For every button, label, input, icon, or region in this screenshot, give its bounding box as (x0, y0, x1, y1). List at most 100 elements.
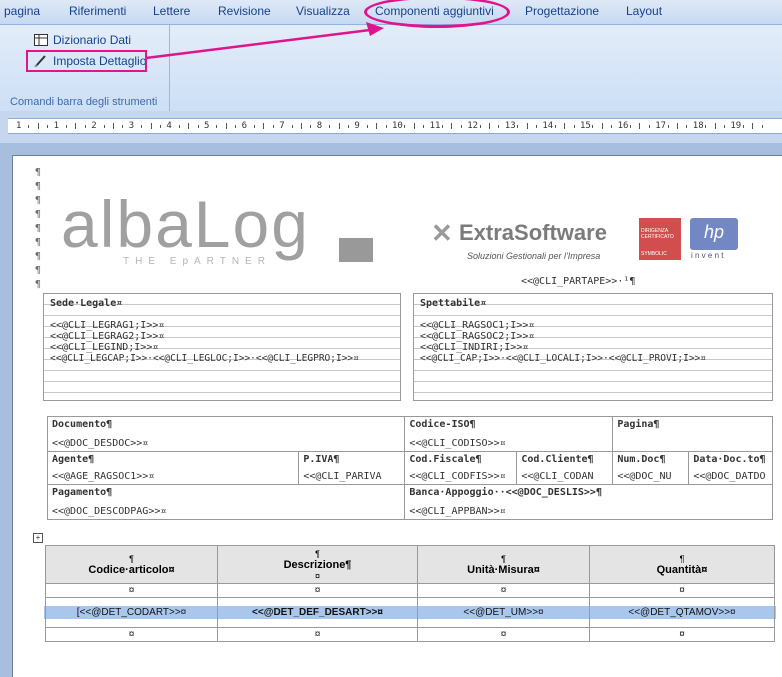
ruler-number: 1 (16, 121, 22, 131)
ruler-tick (630, 125, 631, 128)
ruler-tick (413, 123, 415, 129)
ruler-tick (348, 125, 349, 128)
ruler-number: 3 (128, 121, 135, 131)
ruler-tick (479, 125, 481, 128)
highlight-arrow (145, 22, 384, 60)
detail-um-value: <<@DET_UM>>¤ (416, 606, 591, 619)
detail-codart-value: [<<@DET_CODART>>¤ (44, 606, 219, 619)
detail-table[interactable]: ¶ Codice·articolo¤ ¶ Descrizione¶ ¤ ¶ Un… (44, 545, 776, 642)
dizionario-dati-button[interactable]: Dizionario Dati (34, 31, 131, 49)
sede-line-3: <<@CLI_LEGIND;I>>¤ (50, 342, 159, 353)
codcli-cell: Cod.Cliente¶ <<@CLI_CODAN (516, 451, 614, 485)
extrasoftware-logo: ✕ ExtraSoftware (431, 218, 631, 248)
ruler-tick (28, 125, 30, 128)
document-page[interactable]: albaLog THE EpARTNER ✕ ExtraSoftware Sol… (12, 155, 782, 677)
ruler-tick (235, 125, 237, 128)
detail-header-codice: ¶ Codice·articolo¤ (45, 545, 218, 584)
highlight-box-imposta (26, 50, 147, 72)
ruler-tick (37, 123, 39, 129)
sede-line-2: <<@CLI_LEGRAG2;I>>¤ (50, 331, 165, 342)
ruler-tick (122, 125, 124, 128)
agente-cell: Agente¶ <<@AGE_RAGSOC1>>¤ (46, 451, 300, 485)
codiso-cell: Codice-ISO¶ <<@CLI_CODISO>>¤ (404, 416, 614, 452)
ruler-tick (451, 123, 453, 129)
ruler-tick (423, 125, 425, 128)
ruler-tick (272, 125, 274, 128)
spettabile-line-1: <<@CLI_RAGSOC1;I>>¤ (420, 320, 535, 331)
ruler-tick (592, 125, 594, 128)
ruler-tick (338, 123, 340, 129)
ruler-number: 9 (354, 121, 360, 131)
ruler-number: 19 (730, 121, 742, 131)
ruler-number: 17 (655, 121, 667, 131)
ruler-number: 10 (392, 121, 403, 131)
pagamento-cell: Pagamento¶ <<@DOC_DESCODPAG>>¤ (46, 484, 406, 520)
numdoc-label: Num.Doc¶ (617, 454, 666, 465)
detail-cell-qtamov[interactable]: <<@DET_QTAMOV>>¤ (588, 597, 776, 628)
spettabile-line-2: <<@CLI_RAGSOC2;I>>¤ (420, 331, 535, 342)
banca-cell: Banca·Appoggio··<<@DOC_DESLIS>>¶ <<@CLI_… (404, 484, 773, 520)
piva-label: P.IVA¶ (303, 454, 340, 465)
piva-cell: P.IVA¶ <<@CLI_PARIVA (298, 451, 406, 485)
agente-value: <<@AGE_RAGSOC1>>¤ (52, 471, 155, 482)
ruler-number: 16 (617, 121, 629, 131)
cert-text: DIRIGENZA CERTIFICATO (641, 228, 674, 240)
spettabile-line-3: <<@CLI_INDIRI;I>>¤ (420, 342, 529, 353)
codiso-label: Codice-ISO¶ (409, 419, 476, 430)
ruler-tick (714, 123, 716, 129)
ruler-tick (564, 123, 566, 129)
documento-label: Documento¶ (52, 419, 113, 430)
cell-marker: ¤ (314, 570, 320, 581)
ruler-tick (385, 125, 387, 128)
table-move-handle[interactable]: + (33, 533, 43, 543)
ruler-tick (150, 123, 152, 129)
detail-empty-cell: ¤ (217, 627, 418, 642)
ruler-tick (366, 125, 368, 128)
pilcrow-mark: ¶ (315, 548, 320, 559)
horizontal-ruler[interactable]: 1 1 2 3 4 5 6 7 8 9 10 11 12 13 14 15 16 17 18 19 (8, 118, 782, 134)
document-info-table: Documento¶ <<@DOC_DESDOC>>¤ Codice-ISO¶ … (46, 416, 773, 520)
albalog-logo-text: albaLog (61, 187, 310, 261)
codfis-value: <<@CLI_CODFIS>>¤ (409, 471, 506, 482)
detail-empty-cell: ¤ (417, 627, 590, 642)
ruler-tick (611, 125, 613, 128)
banca-value: <<@CLI_APPBAN>>¤ (409, 506, 506, 517)
tab-pagina[interactable]: pagina (4, 4, 40, 18)
detail-cell-codart[interactable]: [<<@DET_CODART>>¤ (44, 597, 219, 628)
ruler-tick (442, 125, 443, 128)
detail-header-descrizione-label: Descrizione¶ (283, 558, 352, 571)
ruler-tick (66, 125, 67, 128)
pagina-label: Pagina¶ (617, 419, 660, 430)
ruler-number: 8 (316, 121, 323, 131)
detail-header-um: ¶ Unità·Misura¤ (417, 545, 590, 584)
detail-empty-cell: ¤ (589, 583, 775, 598)
hp-logo: hp (690, 218, 738, 250)
ruler-tick (178, 125, 180, 128)
codcli-value: <<@CLI_CODAN (521, 471, 594, 482)
agente-label: Agente¶ (52, 454, 95, 465)
ruler-tick (75, 123, 77, 129)
ruler-tick (376, 123, 378, 129)
tab-progettazione[interactable]: Progettazione (525, 4, 599, 18)
ruler-tick (329, 125, 331, 128)
extrasoftware-x-icon: ✕ (431, 218, 453, 248)
ruler-tick (705, 125, 707, 128)
ruler-tick (526, 123, 528, 129)
documento-cell: Documento¶ <<@DOC_DESDOC>>¤ (46, 416, 406, 452)
ruler-tick (47, 125, 49, 128)
ruler-tick (742, 125, 744, 128)
ruler-tick (291, 125, 293, 128)
ruler-number: 4 (166, 121, 172, 131)
ruler-tick (573, 125, 575, 128)
cert-symbol: SYMBOLIC (641, 251, 667, 257)
sede-legale-frame: Sede·Legale¤ <<@CLI_LEGRAG1;I>>¤ <<@CLI_… (43, 293, 401, 401)
datadoc-value: <<@DOC_DATDO (693, 471, 766, 482)
detail-cell-um[interactable]: <<@DET_UM>>¤ (416, 597, 591, 628)
tab-layout[interactable]: Layout (626, 4, 662, 18)
albalog-logo-sub: THE EpARTNER (123, 256, 271, 267)
hp-invent: i n v e n t (691, 251, 724, 260)
pilcrow-mark: ¶ (129, 553, 134, 564)
detail-cell-desart[interactable]: <<@DET_DEF_DESART>>¤ (216, 597, 419, 628)
detail-empty-cell: ¤ (217, 583, 418, 598)
tab-riferimenti[interactable]: Riferimenti (69, 4, 126, 18)
